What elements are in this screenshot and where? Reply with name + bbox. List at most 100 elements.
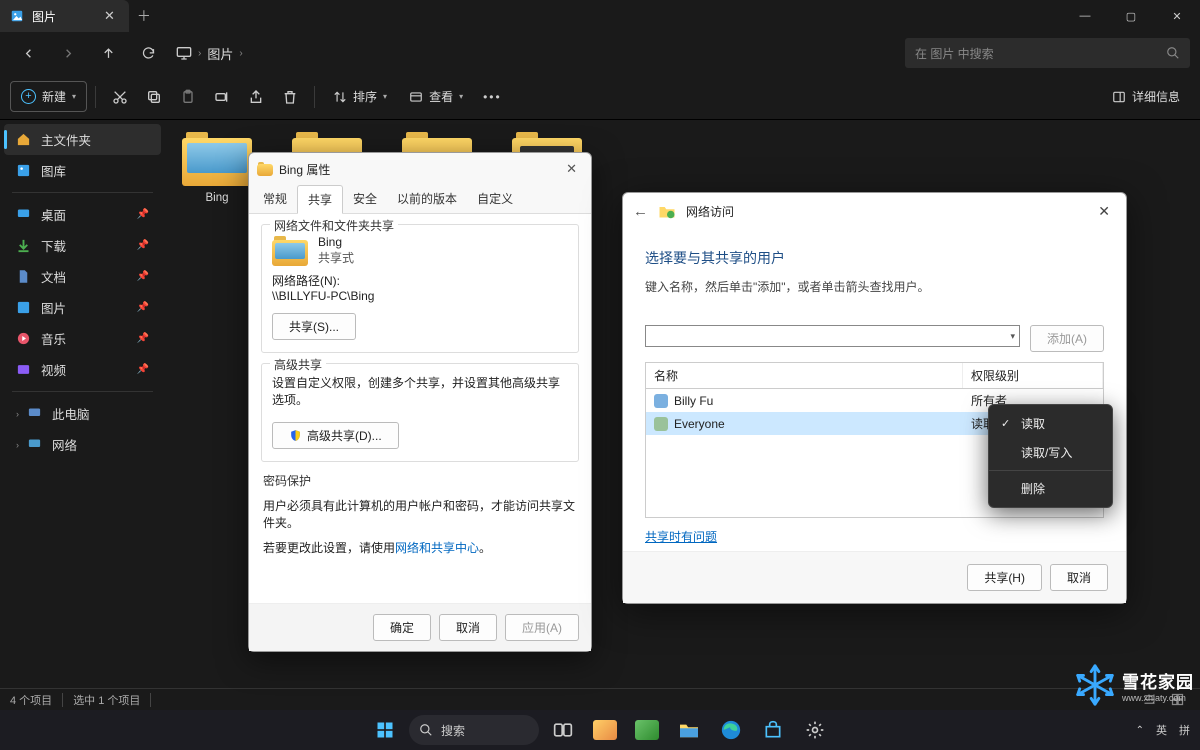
network-share-group: 网络文件和文件夹共享 Bing 共享式 网络路径(N): \\BILLYFU-P… bbox=[261, 224, 579, 353]
search-icon bbox=[1166, 46, 1180, 60]
view-button[interactable]: 查看▾ bbox=[399, 82, 473, 111]
tab-customize[interactable]: 自定义 bbox=[467, 185, 523, 213]
sidebar-item-gallery[interactable]: 图库 bbox=[4, 155, 161, 186]
sidebar-item-pictures[interactable]: 图片📌 bbox=[4, 292, 161, 323]
share-status: 共享式 bbox=[318, 249, 354, 266]
edge-icon bbox=[720, 719, 742, 741]
user-combo[interactable]: ▾ bbox=[645, 325, 1020, 347]
gallery-icon bbox=[16, 163, 31, 178]
breadcrumb-item[interactable]: 图片 bbox=[207, 44, 233, 63]
col-name[interactable]: 名称 bbox=[646, 363, 963, 388]
taskbar-explorer[interactable] bbox=[671, 712, 707, 748]
properties-dialog: Bing 属性 ✕ 常规 共享 安全 以前的版本 自定义 网络文件和文件夹共享 … bbox=[248, 152, 592, 652]
menu-item-read[interactable]: ✓读取 bbox=[989, 409, 1112, 438]
start-button[interactable] bbox=[367, 712, 403, 748]
cancel-button[interactable]: 取消 bbox=[439, 614, 497, 641]
tab-sharing[interactable]: 共享 bbox=[297, 185, 343, 214]
navbar: › 图片 › 在 图片 中搜索 bbox=[0, 32, 1200, 74]
tray-chevron-icon[interactable]: ⌃ bbox=[1136, 725, 1144, 736]
ok-button[interactable]: 确定 bbox=[373, 614, 431, 641]
advanced-share-button[interactable]: 高级共享(D)... bbox=[272, 422, 399, 449]
folder-icon bbox=[182, 132, 252, 186]
back-arrow-icon[interactable]: ← bbox=[633, 203, 648, 220]
maximize-button[interactable]: ▢ bbox=[1108, 0, 1154, 32]
taskbar-store[interactable] bbox=[755, 712, 791, 748]
close-button[interactable]: ✕ bbox=[1154, 0, 1200, 32]
tab-general[interactable]: 常规 bbox=[253, 185, 297, 213]
taskbar-search[interactable]: 搜索 bbox=[409, 715, 539, 745]
view-icon bbox=[409, 90, 423, 104]
paste-button[interactable] bbox=[172, 83, 204, 111]
sidebar-item-thispc[interactable]: ›此电脑 bbox=[4, 398, 161, 429]
wizard-heading: 选择要与其共享的用户 bbox=[645, 248, 1104, 268]
pc-icon bbox=[27, 406, 42, 421]
more-button[interactable]: ••• bbox=[475, 84, 510, 110]
folder-name: Bing bbox=[318, 235, 354, 249]
rename-button[interactable] bbox=[206, 83, 238, 111]
cut-button[interactable] bbox=[104, 83, 136, 111]
network-path-label: 网络路径(N): bbox=[272, 272, 568, 289]
new-button[interactable]: + 新建 ▾ bbox=[10, 81, 87, 112]
minimize-button[interactable]: — bbox=[1062, 0, 1108, 32]
window-controls: — ▢ ✕ bbox=[1062, 0, 1200, 32]
copy-icon bbox=[146, 89, 162, 105]
apply-button[interactable]: 应用(A) bbox=[505, 614, 579, 641]
trouble-link[interactable]: 共享时有问题 bbox=[645, 530, 717, 544]
refresh-button[interactable] bbox=[130, 35, 166, 71]
taskbar-app[interactable] bbox=[629, 712, 665, 748]
pin-icon: 📌 bbox=[137, 209, 149, 220]
details-icon bbox=[1112, 90, 1126, 104]
table-header: 名称 权限级别 bbox=[645, 362, 1104, 388]
copy-button[interactable] bbox=[138, 83, 170, 111]
taskbar-settings[interactable] bbox=[797, 712, 833, 748]
delete-button[interactable] bbox=[274, 83, 306, 111]
sidebar-item-network[interactable]: ›网络 bbox=[4, 429, 161, 460]
item-count: 4 个项目 bbox=[10, 692, 52, 708]
taskbar-edge[interactable] bbox=[713, 712, 749, 748]
sidebar-item-downloads[interactable]: 下载📌 bbox=[4, 230, 161, 261]
share-button[interactable]: 共享(H) bbox=[967, 564, 1042, 591]
cancel-button[interactable]: 取消 bbox=[1050, 564, 1108, 591]
network-center-link[interactable]: 网络和共享中心 bbox=[395, 541, 479, 555]
wizard-header[interactable]: ← 网络访问 ✕ bbox=[623, 193, 1126, 230]
window-tab[interactable]: 图片 ✕ bbox=[0, 0, 129, 32]
close-button[interactable]: ✕ bbox=[1092, 201, 1116, 222]
chevron-right-icon: › bbox=[16, 409, 19, 419]
folder-bing[interactable]: Bing bbox=[175, 132, 259, 204]
tab-close-icon[interactable]: ✕ bbox=[104, 8, 115, 24]
close-button[interactable]: ✕ bbox=[560, 159, 583, 179]
tab-security[interactable]: 安全 bbox=[343, 185, 387, 213]
sort-button[interactable]: 排序▾ bbox=[323, 82, 397, 111]
taskview-button[interactable] bbox=[545, 712, 581, 748]
sidebar-item-music[interactable]: 音乐📌 bbox=[4, 323, 161, 354]
sidebar-item-videos[interactable]: 视频📌 bbox=[4, 354, 161, 385]
forward-button[interactable] bbox=[50, 35, 86, 71]
selected-count: 选中 1 个项目 bbox=[73, 692, 140, 708]
tab-previous-versions[interactable]: 以前的版本 bbox=[387, 185, 467, 213]
download-icon bbox=[16, 238, 31, 253]
sidebar-item-desktop[interactable]: 桌面📌 bbox=[4, 199, 161, 230]
paste-icon bbox=[180, 89, 196, 105]
dialog-tabs: 常规 共享 安全 以前的版本 自定义 bbox=[249, 185, 591, 214]
taskbar-app[interactable] bbox=[587, 712, 623, 748]
details-button[interactable]: 详细信息 bbox=[1102, 82, 1190, 111]
col-permission[interactable]: 权限级别 bbox=[963, 363, 1103, 388]
menu-item-delete[interactable]: 删除 bbox=[989, 474, 1112, 503]
dialog-titlebar[interactable]: Bing 属性 ✕ bbox=[249, 153, 591, 185]
add-button[interactable]: 添加(A) bbox=[1030, 325, 1104, 352]
share-folder-icon bbox=[658, 204, 676, 219]
menu-item-readwrite[interactable]: 读取/写入 bbox=[989, 438, 1112, 467]
up-button[interactable] bbox=[90, 35, 126, 71]
sidebar-item-documents[interactable]: 文档📌 bbox=[4, 261, 161, 292]
share-button[interactable]: 共享(S)... bbox=[272, 313, 356, 340]
ime-indicator[interactable]: 拼 bbox=[1179, 722, 1190, 738]
search-input[interactable]: 在 图片 中搜索 bbox=[905, 38, 1190, 68]
share-button[interactable] bbox=[240, 83, 272, 111]
new-tab-button[interactable]: ＋ bbox=[129, 6, 159, 26]
ime-indicator[interactable]: 英 bbox=[1156, 722, 1167, 738]
check-icon: ✓ bbox=[1001, 417, 1013, 430]
user-icon bbox=[654, 394, 668, 408]
sidebar-item-home[interactable]: 主文件夹 bbox=[4, 124, 161, 155]
back-button[interactable] bbox=[10, 35, 46, 71]
address-bar[interactable]: › 图片 › bbox=[176, 44, 243, 63]
